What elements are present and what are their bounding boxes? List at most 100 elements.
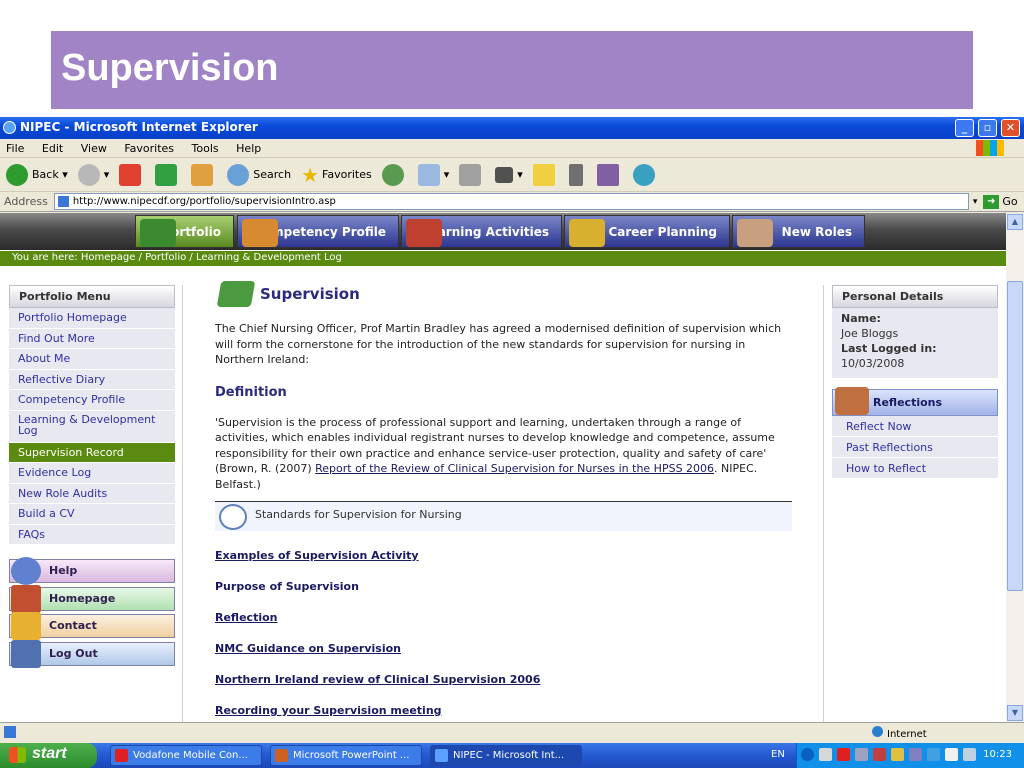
purpose-link[interactable]: Purpose of Supervision xyxy=(215,580,795,593)
menu-item-build-a-cv[interactable]: Build a CV xyxy=(9,504,175,525)
messenger-button[interactable] xyxy=(632,163,659,186)
menu-view[interactable]: View xyxy=(81,142,107,155)
language-indicator[interactable]: EN xyxy=(771,749,785,760)
contact-button[interactable]: Contact xyxy=(9,612,175,640)
help-button[interactable]: Help xyxy=(9,557,175,585)
tray-message-icon[interactable] xyxy=(945,748,958,761)
menu-file[interactable]: File xyxy=(6,142,24,155)
recording-meeting-link[interactable]: Recording your Supervision meeting xyxy=(215,704,795,717)
start-button[interactable]: start xyxy=(0,743,97,768)
scroll-down-button[interactable]: ▼ xyxy=(1007,705,1023,721)
address-dropdown-icon[interactable]: ▾ xyxy=(973,197,978,207)
favorites-button[interactable]: ★ Favorites xyxy=(301,163,372,187)
menu-item-evidence-log[interactable]: Evidence Log xyxy=(9,463,175,484)
signpost-icon xyxy=(569,219,605,247)
tray-monitor-icon[interactable] xyxy=(909,748,922,761)
stop-button[interactable] xyxy=(119,163,145,186)
tab-portfolio[interactable]: Portfolio xyxy=(135,215,234,248)
examples-link[interactable]: Examples of Supervision Activity xyxy=(215,549,795,562)
stop-icon xyxy=(119,163,142,186)
tray-connection-icon[interactable] xyxy=(855,748,868,761)
close-button[interactable]: ✕ xyxy=(1001,119,1020,137)
menu-item-find-out-more[interactable]: Find Out More xyxy=(9,328,175,349)
right-panel: Personal Details Name: Joe Bloggs Last L… xyxy=(832,285,998,479)
taskbar-clock: 10:23 xyxy=(983,749,1012,760)
search-button[interactable]: Search xyxy=(227,163,291,186)
envelope-icon xyxy=(11,612,41,640)
tab-competency-profile[interactable]: Competency Profile xyxy=(237,215,399,248)
right-divider xyxy=(823,285,824,722)
reflection-link[interactable]: Reflection xyxy=(215,611,795,624)
tray-app-icon[interactable] xyxy=(927,748,940,761)
menu-item-learning-development-log[interactable]: Learning & Development Log xyxy=(9,410,175,443)
note-icon xyxy=(532,163,555,186)
portfolio-menu: Portfolio Menu Portfolio Homepage Find O… xyxy=(9,285,175,545)
last-login-value: 10/03/2008 xyxy=(841,357,905,370)
back-button[interactable]: Back ▾ xyxy=(6,163,68,186)
history-button[interactable] xyxy=(381,163,408,186)
tab-new-roles[interactable]: New Roles xyxy=(732,215,865,248)
history-icon xyxy=(381,163,404,186)
past-reflections-link[interactable]: Past Reflections xyxy=(832,437,998,458)
personal-details-heading: Personal Details xyxy=(832,285,998,308)
tray-network-icon[interactable] xyxy=(819,748,832,761)
menu-tools[interactable]: Tools xyxy=(192,142,219,155)
tray-speaker-icon[interactable] xyxy=(891,748,904,761)
forward-button[interactable]: ▾ xyxy=(77,163,109,186)
menu-item-supervision-record[interactable]: Supervision Record xyxy=(9,442,175,463)
menu-item-competency-profile[interactable]: Competency Profile xyxy=(9,390,175,411)
standards-box[interactable]: Standards for Supervision for Nursing xyxy=(215,501,792,531)
tab-career-planning[interactable]: Career Planning xyxy=(564,215,730,248)
home-button[interactable] xyxy=(191,163,217,186)
forward-arrow-icon xyxy=(77,163,100,186)
maximize-button[interactable]: ▫ xyxy=(978,119,997,137)
task-nipec-ie[interactable]: NIPEC - Microsoft Int... xyxy=(430,745,582,766)
mail-button[interactable]: ▾ xyxy=(417,163,449,186)
edit-button[interactable]: ▾ xyxy=(495,166,523,183)
homepage-button[interactable]: Homepage xyxy=(9,585,175,613)
refresh-button[interactable] xyxy=(155,163,181,186)
print-button[interactable] xyxy=(459,163,485,186)
ie-icon xyxy=(3,121,16,134)
nmc-guidance-link[interactable]: NMC Guidance on Supervision xyxy=(215,642,795,655)
vertical-scrollbar[interactable]: ▲ ▼ xyxy=(1006,213,1024,722)
task-powerpoint[interactable]: Microsoft PowerPoint ... xyxy=(270,745,422,766)
ie-icon xyxy=(435,749,448,762)
task-vodafone[interactable]: Vodafone Mobile Con... xyxy=(110,745,262,766)
mobile-button[interactable] xyxy=(568,163,587,186)
scroll-thumb[interactable] xyxy=(1007,281,1023,591)
menu-item-reflective-diary[interactable]: Reflective Diary xyxy=(9,369,175,390)
menu-item-about-me[interactable]: About Me xyxy=(9,349,175,370)
hpss-report-link[interactable]: Report of the Review of Clinical Supervi… xyxy=(315,462,714,475)
tray-expand-icon[interactable] xyxy=(801,748,814,761)
reflect-now-link[interactable]: Reflect Now xyxy=(832,416,998,437)
discuss-button[interactable] xyxy=(532,163,559,186)
mail-icon xyxy=(417,163,440,186)
minimize-button[interactable]: _ xyxy=(955,119,974,137)
how-to-reflect-link[interactable]: How to Reflect xyxy=(832,458,998,479)
tab-learning-activities[interactable]: Learning Activities xyxy=(401,215,562,248)
menu-item-new-role-audits[interactable]: New Role Audits xyxy=(9,483,175,504)
menu-edit[interactable]: Edit xyxy=(42,142,63,155)
books-icon xyxy=(406,219,442,247)
address-input[interactable]: http://www.nipecdf.org/portfolio/supervi… xyxy=(53,193,969,210)
tray-display-icon[interactable] xyxy=(963,748,976,761)
powerpoint-icon xyxy=(275,749,288,762)
nurse-icon xyxy=(737,219,773,247)
research-button[interactable] xyxy=(596,163,623,186)
tray-vodafone-icon[interactable] xyxy=(837,748,850,761)
status-bar: Internet xyxy=(0,722,1024,743)
scroll-up-button[interactable]: ▲ xyxy=(1007,214,1023,230)
menu-help[interactable]: Help xyxy=(236,142,261,155)
menu-item-portfolio-homepage[interactable]: Portfolio Homepage xyxy=(9,308,175,329)
go-button[interactable]: ➜ Go xyxy=(983,194,1018,209)
definition-heading: Definition xyxy=(215,384,287,400)
last-login-label: Last Logged in: xyxy=(841,342,937,355)
tray-shield-icon[interactable] xyxy=(873,748,886,761)
logout-button[interactable]: Log Out xyxy=(9,640,175,668)
menu-favorites[interactable]: Favorites xyxy=(124,142,174,155)
ni-review-link[interactable]: Northern Ireland review of Clinical Supe… xyxy=(215,673,795,686)
window-titlebar[interactable]: NIPEC - Microsoft Internet Explorer _ ▫ … xyxy=(0,117,1024,139)
menu-item-faqs[interactable]: FAQs xyxy=(9,524,175,545)
name-label: Name: xyxy=(841,312,881,325)
